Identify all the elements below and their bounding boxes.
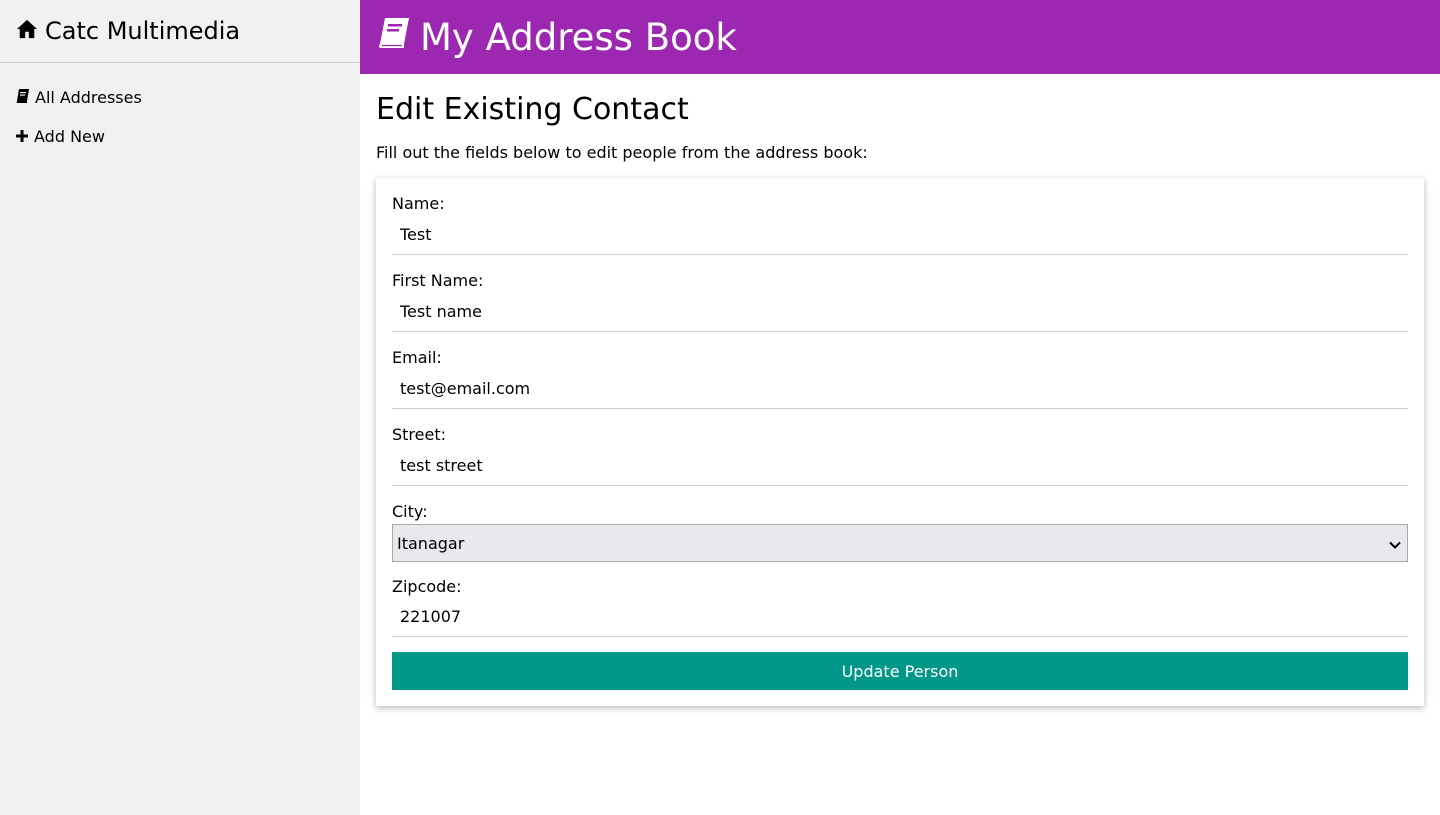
zipcode-label: Zipcode: (392, 577, 462, 596)
city-selected-value: Itanagar (397, 533, 465, 553)
update-person-button[interactable]: Update Person (392, 652, 1408, 690)
sidebar-item-label: All Addresses (35, 88, 142, 107)
brand-label: Catc Multimedia (45, 17, 241, 45)
app-title: My Address Book (420, 15, 737, 59)
email-label: Email: (392, 348, 442, 367)
sidebar-item-label: Add New (34, 127, 105, 146)
zipcode-field[interactable] (392, 597, 1408, 637)
city-label: City: (392, 502, 428, 521)
name-field[interactable] (392, 214, 1408, 255)
sidebar: Catc Multimedia All Addresses Add New (0, 0, 360, 815)
first-name-label: First Name: (392, 271, 484, 290)
sidebar-item-all-addresses[interactable]: All Addresses (0, 78, 360, 117)
email-field[interactable] (392, 368, 1408, 409)
main-content: My Address Book Edit Existing Contact Fi… (360, 0, 1440, 815)
first-name-field[interactable] (392, 291, 1408, 332)
city-select[interactable]: Itanagar (392, 524, 1408, 562)
street-label: Street: (392, 425, 447, 444)
page-title: Edit Existing Contact (376, 92, 689, 127)
page-intro: Fill out the fields below to edit people… (376, 143, 868, 162)
book-icon (376, 16, 420, 59)
edit-contact-form: Name: First Name: Email: Street: City: I… (376, 178, 1424, 706)
chevron-down-icon (1389, 534, 1401, 553)
name-label: Name: (392, 194, 445, 213)
sidebar-item-add-new[interactable]: Add New (0, 117, 360, 156)
sidebar-nav: All Addresses Add New (0, 63, 360, 156)
street-field[interactable] (392, 445, 1408, 486)
home-icon (16, 17, 45, 45)
book-icon (16, 88, 35, 107)
header-banner: My Address Book (360, 0, 1440, 74)
plus-icon (16, 127, 34, 146)
sidebar-brand[interactable]: Catc Multimedia (0, 0, 360, 63)
